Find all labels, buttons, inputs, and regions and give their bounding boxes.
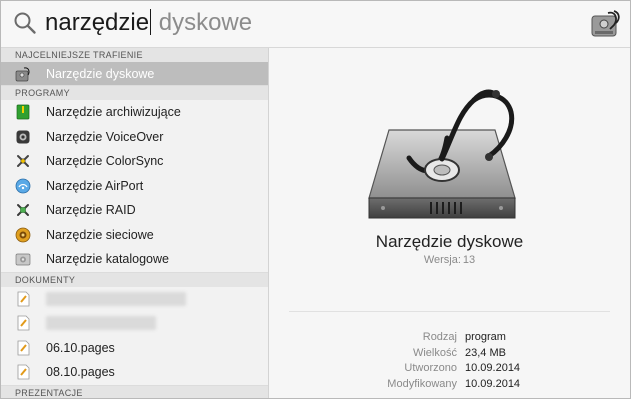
metadata-key: Rodzaj [422, 331, 457, 343]
result-document[interactable] [1, 287, 268, 312]
directory-utility-icon [15, 251, 31, 267]
result-top-hit[interactable]: Narzędzie dyskowe [1, 62, 268, 85]
metadata-key: Wielkość [412, 346, 457, 359]
search-icon [14, 12, 36, 34]
search-completion-text: dyskowe [152, 9, 253, 36]
app-version: Wersja: 13 [269, 254, 630, 266]
results-list: NAJCELNIEJSZE TRAFIENIE Narzędzie dyskow… [1, 48, 269, 398]
text-caret [150, 9, 152, 35]
blurred-filename [46, 316, 156, 331]
result-label: Narzędzie RAID [46, 203, 136, 218]
result-app[interactable]: Narzędzie AirPort [1, 174, 268, 199]
app-name: Narzędzie dyskowe [375, 232, 524, 251]
search-typed-text: narzędzie [45, 9, 150, 36]
metadata-row: Rodzaj program [269, 330, 630, 346]
section-apps: PROGRAMY [1, 85, 268, 100]
disk-utility-thumbnail-icon [591, 10, 620, 37]
divider [289, 311, 610, 312]
pages-document-icon [15, 291, 31, 307]
result-app[interactable]: Narzędzie RAID [1, 198, 268, 223]
metadata-value: 10.09.2014 [465, 362, 521, 374]
archive-utility-icon [15, 104, 31, 120]
colorsync-icon [15, 153, 31, 169]
result-app[interactable]: Narzędzie sieciowe [1, 223, 268, 248]
pages-document-icon [15, 315, 31, 331]
result-label: Narzędzie ColorSync [46, 154, 164, 169]
result-document[interactable]: 08.10.pages [1, 360, 268, 385]
metadata-key: Modyfikowany [387, 377, 457, 390]
section-presentations: PREZENTACJE [1, 384, 268, 398]
result-label: 08.10.pages [46, 365, 115, 380]
metadata-row: Modyfikowany 10.09.2014 [269, 377, 630, 393]
disk-utility-icon [15, 66, 31, 82]
result-label: Narzędzie VoiceOver [46, 129, 164, 144]
metadata-value: program [465, 331, 506, 343]
metadata-row: Utworzono 10.09.2014 [269, 361, 630, 377]
section-documents: DOKUMENTY [1, 271, 268, 287]
result-label: Narzędzie archiwizujące [46, 105, 181, 120]
blurred-filename [46, 291, 186, 306]
result-app[interactable]: Narzędzie katalogowe [1, 247, 268, 272]
pages-document-icon [15, 364, 31, 380]
metadata-value: 23,4 MB [465, 346, 506, 359]
preview-pane: Narzędzie dyskowe Wersja: 13 Rodzaj progr… [269, 48, 630, 398]
search-bar[interactable]: narzędzie dyskowe [1, 1, 630, 48]
result-document[interactable]: 06.10.pages [1, 336, 268, 361]
result-app[interactable]: Narzędzie archiwizujące [1, 100, 268, 125]
metadata-value: 10.09.2014 [465, 377, 521, 390]
version-value: 13 [462, 254, 476, 266]
section-top-hit: NAJCELNIEJSZE TRAFIENIE [1, 48, 268, 62]
result-label: Narzędzie dyskowe [46, 66, 155, 81]
result-app[interactable]: Narzędzie VoiceOver [1, 125, 268, 150]
metadata-row: Wielkość 23,4 MB [269, 346, 630, 362]
network-utility-icon [15, 227, 31, 243]
version-label: Wersja: [423, 254, 461, 266]
result-document[interactable] [1, 311, 268, 336]
metadata-key: Utworzono [404, 362, 457, 374]
result-label: 06.10.pages [46, 340, 115, 355]
result-label: Narzędzie AirPort [46, 178, 144, 193]
voiceover-icon [15, 129, 31, 145]
pages-document-icon [15, 340, 31, 356]
result-label: Narzędzie sieciowe [46, 227, 154, 242]
result-label: Narzędzie katalogowe [46, 252, 169, 267]
search-input[interactable]: narzędzie dyskowe [45, 7, 252, 39]
raid-icon [15, 202, 31, 218]
airport-icon [15, 178, 31, 194]
spotlight-window: narzędzie dyskowe NAJCELNIEJSZE TRAFIENI… [0, 0, 631, 399]
result-app[interactable]: Narzędzie ColorSync [1, 149, 268, 174]
metadata-table: Rodzaj program Wielkość 23,4 MB Utworzon… [269, 330, 630, 392]
